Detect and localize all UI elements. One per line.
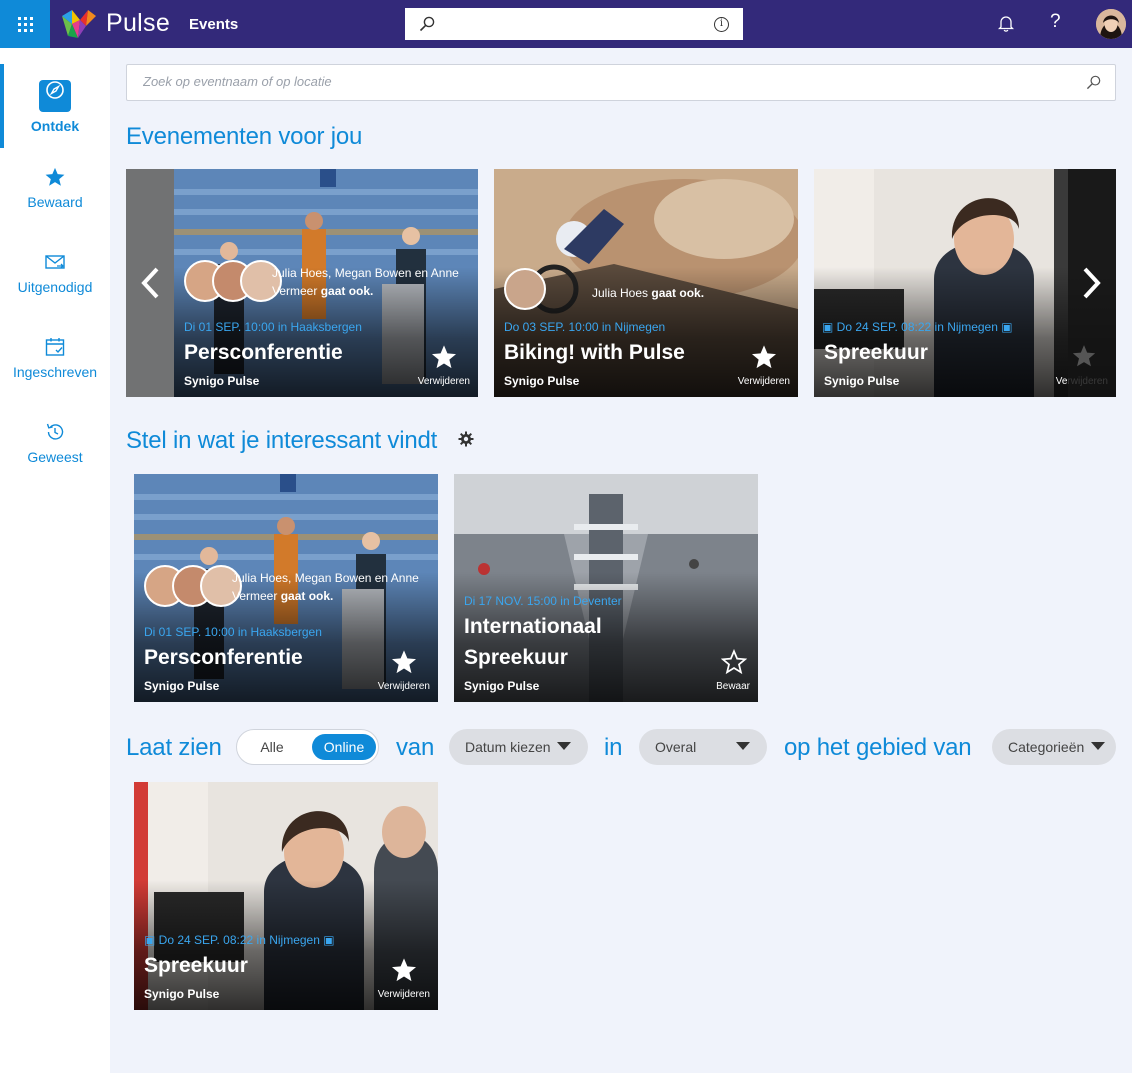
info-icon[interactable]: i [714, 17, 729, 32]
attendees-going-text: Julia Hoes, Megan Bowen en Anne Vermeer … [232, 571, 419, 603]
notification-bell-icon[interactable] [998, 14, 1014, 32]
star-icon [45, 167, 65, 186]
event-date: Di 01 SEP. 10:00 in Haaksbergen [184, 320, 362, 334]
app-launcher-button[interactable] [0, 0, 50, 48]
event-card[interactable]: Julia Hoes, Megan Bowen en Anne Vermeer … [174, 169, 478, 397]
event-card[interactable]: Julia Hoes, Megan Bowen en Anne Vermeer … [134, 474, 438, 702]
brand-name: Pulse [106, 9, 171, 37]
remove-button[interactable]: Verwijderen [738, 376, 790, 387]
compass-icon [39, 80, 71, 112]
event-organizer: Synigo Pulse [184, 374, 260, 388]
waffle-icon [17, 16, 33, 32]
nav-item-geweest[interactable]: Geweest [0, 421, 110, 505]
calendar-check-icon [45, 338, 65, 356]
date-dropdown[interactable]: Datum kiezen [449, 729, 588, 765]
event-title: Spreekuur [824, 341, 928, 364]
event-date: ▣ Do 24 SEP. 08:22 in Nijmegen ▣ [822, 320, 1013, 334]
event-title: Persconferentie [144, 646, 303, 669]
caret-down-icon [736, 742, 750, 750]
event-organizer: Synigo Pulse [144, 679, 220, 693]
event-card[interactable]: Di 17 NOV. 15:00 in Deventer Internation… [454, 474, 758, 702]
nav-item-ontdek[interactable]: Ontdek [0, 64, 110, 148]
event-organizer: Synigo Pulse [824, 374, 900, 388]
attendee-avatars [144, 565, 242, 607]
event-date: Do 03 SEP. 10:00 in Nijmegen [504, 320, 666, 334]
nav-item-label: Bewaard [27, 194, 83, 210]
event-organizer: Synigo Pulse [464, 679, 540, 693]
saved-star-icon[interactable] [750, 343, 778, 371]
filter-label-in: in [604, 734, 623, 761]
carousel-prev-button[interactable] [126, 169, 174, 397]
history-icon [46, 423, 64, 440]
event-search-input[interactable] [143, 74, 1043, 89]
online-calendar-icon: ▣ [144, 933, 159, 947]
caret-down-icon [557, 742, 571, 750]
category-dropdown-value: Categorieën [1008, 739, 1085, 755]
section-heading-interests: Stel in wat je interessant vindt [126, 427, 438, 454]
online-meeting-icon: ▣ [319, 933, 335, 947]
event-card[interactable]: Julia Hoes gaat ook. Do 03 SEP. 10:00 in… [494, 169, 798, 397]
attendee-avatars [504, 268, 546, 310]
search-icon [419, 16, 435, 32]
top-bar: Pulse Events i ? [0, 0, 1132, 48]
event-date: Di 01 SEP. 10:00 in Haaksbergen [144, 625, 322, 639]
remove-button[interactable]: Verwijderen [378, 989, 430, 1000]
online-meeting-icon: ▣ [997, 320, 1013, 334]
filter-label-of: van [396, 734, 435, 761]
nav-item-label: Uitgenodigd [17, 279, 93, 295]
search-icon[interactable] [1086, 75, 1101, 90]
event-title: Spreekuur [144, 954, 248, 977]
event-date: ▣ Do 24 SEP. 08:22 in Nijmegen ▣ [144, 933, 335, 947]
app-section-title: Events [189, 16, 239, 33]
star-outline-icon[interactable] [721, 649, 747, 675]
filter-label-show: Laat zien [126, 734, 222, 761]
user-avatar[interactable] [1096, 9, 1126, 39]
location-dropdown-value: Overal [655, 739, 697, 755]
online-toggle[interactable]: Alle Online [236, 729, 379, 765]
pulse-logo-icon [62, 10, 96, 38]
event-title: Biking! with Pulse [504, 341, 685, 364]
event-organizer: Synigo Pulse [504, 374, 580, 388]
saved-star-icon[interactable] [1071, 343, 1097, 369]
nav-item-ingeschreven[interactable]: Ingeschreven [0, 336, 110, 420]
caret-down-icon [1091, 742, 1105, 750]
nav-item-label: Ontdek [30, 118, 80, 134]
gear-icon[interactable] [458, 431, 474, 447]
global-search-box[interactable]: i [405, 8, 743, 40]
online-calendar-icon: ▣ [822, 320, 837, 334]
attendees-going-text: Julia Hoes gaat ook. [592, 286, 705, 300]
invite-mail-icon [45, 255, 65, 269]
nav-item-label: Ingeschreven [12, 364, 98, 380]
category-dropdown[interactable]: Categorieën [992, 729, 1116, 765]
help-icon[interactable]: ? [1050, 11, 1061, 33]
event-card[interactable]: ▣ Do 24 SEP. 08:22 in Nijmegen ▣ Spreeku… [134, 782, 438, 1010]
saved-star-icon[interactable] [390, 648, 418, 676]
saved-star-icon[interactable] [390, 956, 418, 984]
date-dropdown-value: Datum kiezen [465, 739, 551, 755]
filter-label-area: op het gebied van [784, 734, 972, 761]
attendee-avatars [184, 260, 282, 302]
section-heading-for-you: Evenementen voor jou [126, 123, 363, 150]
location-dropdown[interactable]: Overal [639, 729, 767, 765]
nav-item-label: Geweest [27, 449, 83, 465]
remove-button[interactable]: Verwijderen [378, 681, 430, 692]
chevron-right-icon [1083, 267, 1101, 299]
attendees-going-text: Julia Hoes, Megan Bowen en Anne Vermeer … [272, 266, 459, 298]
toggle-option-online[interactable]: Online [312, 734, 376, 760]
event-date: Di 17 NOV. 15:00 in Deventer [464, 594, 622, 608]
nav-item-uitgenodigd[interactable]: Uitgenodigd [0, 251, 110, 335]
event-title: Persconferentie [184, 341, 343, 364]
chevron-left-icon [141, 267, 159, 299]
saved-star-icon[interactable] [430, 343, 458, 371]
remove-button[interactable]: Verwijderen [418, 376, 470, 387]
event-organizer: Synigo Pulse [144, 987, 220, 1001]
toggle-option-all[interactable]: Alle [247, 734, 297, 760]
left-navigation: Ontdek Bewaard Uitgenodigd Ingeschreven [0, 48, 110, 1073]
event-search-bar[interactable] [126, 64, 1116, 101]
nav-item-bewaard[interactable]: Bewaard [0, 166, 110, 250]
save-button[interactable]: Bewaar [716, 681, 750, 692]
event-title: Internationaal Spreekuur [464, 615, 602, 669]
